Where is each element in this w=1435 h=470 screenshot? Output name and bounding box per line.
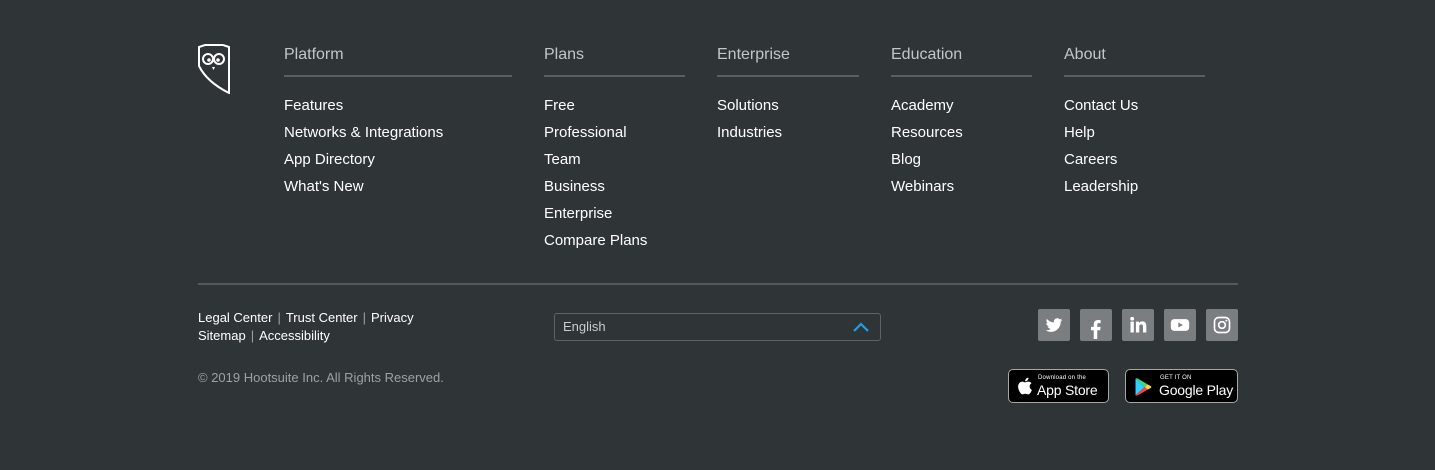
list-item: Free [544,97,685,124]
privacy-link[interactable]: Privacy [371,310,414,325]
list-item: Resources [891,124,1032,151]
footer-column-about: About Contact Us Help Careers Leadership [1064,46,1205,205]
list-item: Leadership [1064,178,1205,205]
twitter-button[interactable] [1038,309,1070,341]
footer-link-enterprise-plan[interactable]: Enterprise [544,205,612,222]
list-item: Enterprise [544,205,685,232]
footer-link-professional[interactable]: Professional [544,124,627,141]
footer-column-education: Education Academy Resources Blog Webinar… [891,46,1032,205]
chevron-up-icon [853,322,869,332]
instagram-icon [1213,316,1231,334]
footer-link-compare-plans[interactable]: Compare Plans [544,232,647,249]
footer-link-help[interactable]: Help [1064,124,1095,141]
footer-link-free[interactable]: Free [544,97,575,114]
google-play-icon [1135,378,1152,396]
legal-links: Legal Center | Trust Center | Privacy Sitema… [198,309,414,345]
footer-link-business[interactable]: Business [544,178,605,195]
footer-link-team[interactable]: Team [544,151,581,168]
column-title: Plans [544,46,685,77]
facebook-icon [1091,320,1101,339]
footer-column-plans: Plans Free Professional Team Business En… [544,46,685,259]
list-item: Careers [1064,151,1205,178]
footer-link-leadership[interactable]: Leadership [1064,178,1138,195]
sitemap-link[interactable]: Sitemap [198,328,246,343]
list-item: Features [284,97,512,124]
footer-link-careers[interactable]: Careers [1064,151,1117,168]
footer-link-industries[interactable]: Industries [717,124,782,141]
google-play-big-text: Google Play [1159,382,1234,398]
google-play-small-text: GET IT ON [1160,375,1192,381]
app-store-big-text: App Store [1037,382,1098,398]
list-item: Contact Us [1064,97,1205,124]
list-item: Academy [891,97,1032,124]
twitter-icon [1045,318,1063,332]
footer-link-blog[interactable]: Blog [891,151,921,168]
list-item: Industries [717,124,859,151]
list-item: Solutions [717,97,859,124]
column-title: Enterprise [717,46,859,77]
link-separator: | [277,310,281,325]
link-separator: | [250,328,255,343]
column-title: About [1064,46,1205,77]
list-item: Team [544,151,685,178]
copyright-text: © 2019 Hootsuite Inc. All Rights Reserve… [198,370,444,385]
youtube-icon [1170,319,1190,331]
footer-link-networks-integrations[interactable]: Networks & Integrations [284,124,443,141]
footer-divider [198,283,1238,285]
footer-link-solutions[interactable]: Solutions [717,97,779,114]
list-item: Blog [891,151,1032,178]
list-item: Webinars [891,178,1032,205]
app-store-small-text: Download on the [1038,375,1087,381]
footer-column-enterprise: Enterprise Solutions Industries [717,46,859,151]
app-store-badge[interactable]: Download on the App Store [1008,369,1109,403]
column-title: Platform [284,46,512,77]
trust-center-link[interactable]: Trust Center [286,310,358,325]
linkedin-icon [1130,316,1147,333]
google-play-badge[interactable]: GET IT ON Google Play [1125,369,1238,403]
list-item: Networks & Integrations [284,124,512,151]
footer-link-academy[interactable]: Academy [891,97,954,114]
footer-link-features[interactable]: Features [284,97,343,114]
footer-column-platform: Platform Features Networks & Integration… [284,46,512,205]
facebook-button[interactable] [1080,309,1112,341]
list-item: What's New [284,178,512,205]
instagram-button[interactable] [1206,309,1238,341]
list-item: App Directory [284,151,512,178]
legal-center-link[interactable]: Legal Center [198,310,272,325]
list-item: Compare Plans [544,232,685,259]
footer-link-resources[interactable]: Resources [891,124,963,141]
link-separator: | [362,310,366,325]
youtube-button[interactable] [1164,309,1196,341]
language-selected-value: English [563,319,606,334]
accessibility-link[interactable]: Accessibility [259,328,330,343]
hootsuite-owl-logo-icon[interactable] [197,44,231,94]
apple-icon [1018,377,1032,395]
footer-link-webinars[interactable]: Webinars [891,178,954,195]
list-item: Help [1064,124,1205,151]
footer-link-whats-new[interactable]: What's New [284,178,364,195]
linkedin-button[interactable] [1122,309,1154,341]
list-item: Business [544,178,685,205]
list-item: Professional [544,124,685,151]
language-select[interactable]: English [554,313,881,341]
footer-link-contact-us[interactable]: Contact Us [1064,97,1138,114]
column-title: Education [891,46,1032,77]
footer-link-app-directory[interactable]: App Directory [284,151,375,168]
